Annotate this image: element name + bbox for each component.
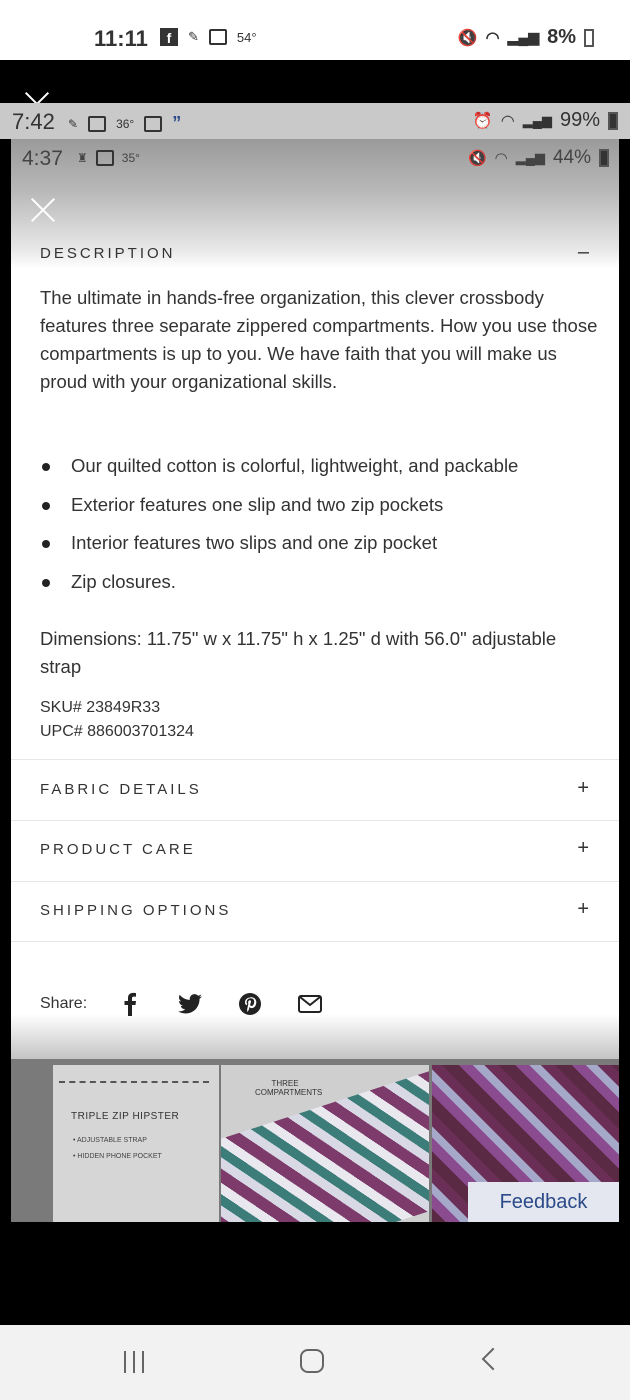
inner2-time: 4:37 bbox=[22, 147, 63, 170]
dashed-line bbox=[59, 1081, 209, 1083]
inner-status-bar-1: 7:42 ✎ 36° ” ⏰ ◠ ▂▄▆ 99% bbox=[0, 103, 630, 139]
facebook-icon[interactable] bbox=[113, 987, 147, 1021]
share-label: Share: bbox=[40, 995, 88, 1012]
bottom-fade bbox=[11, 1014, 619, 1064]
facebook-notification-icon: f bbox=[160, 28, 178, 46]
fabric-details-heading[interactable]: FABRIC DETAILS bbox=[40, 781, 202, 798]
pin-notification-icon: ✎ bbox=[188, 29, 199, 44]
divider bbox=[11, 820, 619, 821]
product-image-title: TRIPLE ZIP HIPSTER bbox=[71, 1111, 180, 1122]
battery-percent: 8% bbox=[547, 26, 576, 48]
back-icon[interactable] bbox=[481, 1347, 505, 1371]
product-image-features[interactable]: TRIPLE ZIP HIPSTER • ADJUSTABLE STRAP • … bbox=[53, 1065, 219, 1222]
divider bbox=[11, 759, 619, 760]
signal-icon: ▂▄▆ bbox=[522, 112, 552, 128]
app-notification-icon: ♜ bbox=[77, 151, 88, 165]
wifi-icon: ◠ bbox=[500, 112, 515, 130]
shipping-options-heading[interactable]: SHIPPING OPTIONS bbox=[40, 902, 231, 919]
status-left-icons: f ✎ 54° bbox=[160, 28, 257, 46]
feature-item: Our quilted cotton is colorful, lightwei… bbox=[40, 452, 610, 491]
product-description-card: 4:37 ♜ 35° 🔇 ◠ ▂▄▆ 44% DESCRIPTION – The… bbox=[11, 139, 619, 1222]
feature-item: Interior features two slips and one zip … bbox=[40, 529, 610, 568]
inner1-right-icons: ⏰ ◠ ▂▄▆ 99% bbox=[473, 109, 618, 132]
sku-text: SKU# 23849R33 bbox=[40, 699, 161, 716]
outer-status-bar: 11:11 f ✎ 54° 🔇 ◠ ▂▄▆ 8% bbox=[0, 0, 630, 60]
mute-icon: 🔇 bbox=[457, 29, 478, 47]
product-codes: SKU# 23849R33 UPC# 886003701324 bbox=[40, 696, 194, 744]
divider bbox=[11, 941, 619, 942]
description-heading[interactable]: DESCRIPTION bbox=[40, 245, 176, 262]
quote-icon: ” bbox=[172, 113, 182, 133]
product-care-expand-toggle[interactable]: + bbox=[577, 837, 589, 860]
inner2-temp: 35° bbox=[121, 151, 140, 165]
feature-item: Exterior features one slip and two zip p… bbox=[40, 491, 610, 530]
dimensions-text: Dimensions: 11.75" w x 11.75" h x 1.25" … bbox=[40, 628, 557, 677]
mute-icon: 🔇 bbox=[467, 150, 487, 167]
alarm-icon: ⏰ bbox=[472, 112, 493, 130]
product-image-bullet: • ADJUSTABLE STRAP bbox=[73, 1137, 147, 1144]
upc-text: UPC# 886003701324 bbox=[40, 723, 194, 740]
inner1-battery: 99% bbox=[559, 109, 600, 131]
wifi-icon: ◠ bbox=[485, 29, 500, 47]
inner2-battery: 44% bbox=[552, 147, 591, 168]
compartments-label: THREE COMPARTMENTS bbox=[255, 1079, 323, 1097]
description-collapse-toggle[interactable]: – bbox=[578, 241, 589, 264]
product-image-bullet: • HIDDEN PHONE POCKET bbox=[73, 1153, 162, 1160]
recent-apps-icon[interactable] bbox=[124, 1351, 150, 1373]
battery-icon bbox=[599, 149, 609, 167]
product-care-heading[interactable]: PRODUCT CARE bbox=[40, 841, 196, 858]
inner1-time: 7:42 bbox=[12, 109, 55, 134]
inner-status-bar-2: 4:37 ♜ 35° 🔇 ◠ ▂▄▆ 44% bbox=[11, 139, 619, 179]
status-right-icons: 🔇 ◠ ▂▄▆ 8% bbox=[458, 26, 594, 49]
battery-icon bbox=[584, 28, 594, 47]
description-text: The ultimate in hands-free organization,… bbox=[40, 287, 598, 392]
feature-item: Zip closures. bbox=[40, 568, 610, 607]
signal-icon: ▂▄▆ bbox=[515, 150, 545, 165]
inner1-left-icons: ✎ 36° ” bbox=[68, 113, 181, 134]
gallery-icon bbox=[88, 115, 107, 132]
system-navigation-bar bbox=[0, 1325, 630, 1400]
feature-list: Our quilted cotton is colorful, lightwei… bbox=[40, 452, 610, 606]
battery-icon bbox=[608, 111, 618, 130]
gallery-notification-icon bbox=[208, 29, 227, 45]
calendar-icon bbox=[144, 115, 163, 132]
inner1-temp: 36° bbox=[116, 116, 135, 131]
pin-icon: ✎ bbox=[68, 116, 79, 131]
gallery-icon bbox=[95, 150, 114, 166]
divider bbox=[11, 881, 619, 882]
bag-pattern bbox=[221, 1071, 429, 1222]
pinterest-icon[interactable] bbox=[233, 987, 267, 1021]
close-icon[interactable] bbox=[29, 196, 57, 224]
wifi-icon: ◠ bbox=[494, 150, 508, 167]
shipping-options-expand-toggle[interactable]: + bbox=[577, 898, 589, 921]
share-row: Share: bbox=[40, 987, 353, 1021]
signal-icon: ▂▄▆ bbox=[507, 29, 540, 45]
inner2-right-icons: 🔇 ◠ ▂▄▆ 44% bbox=[468, 147, 609, 169]
home-icon[interactable] bbox=[300, 1349, 324, 1373]
email-icon[interactable] bbox=[293, 987, 327, 1021]
inner2-left-icons: ♜ 35° bbox=[77, 150, 140, 166]
fabric-details-expand-toggle[interactable]: + bbox=[577, 777, 589, 800]
feedback-button[interactable]: Feedback bbox=[468, 1182, 619, 1222]
twitter-icon[interactable] bbox=[173, 987, 207, 1021]
weather-temp: 54° bbox=[236, 29, 257, 45]
status-time: 11:11 bbox=[94, 26, 148, 51]
product-image-compartments[interactable]: THREE COMPARTMENTS bbox=[221, 1065, 429, 1222]
